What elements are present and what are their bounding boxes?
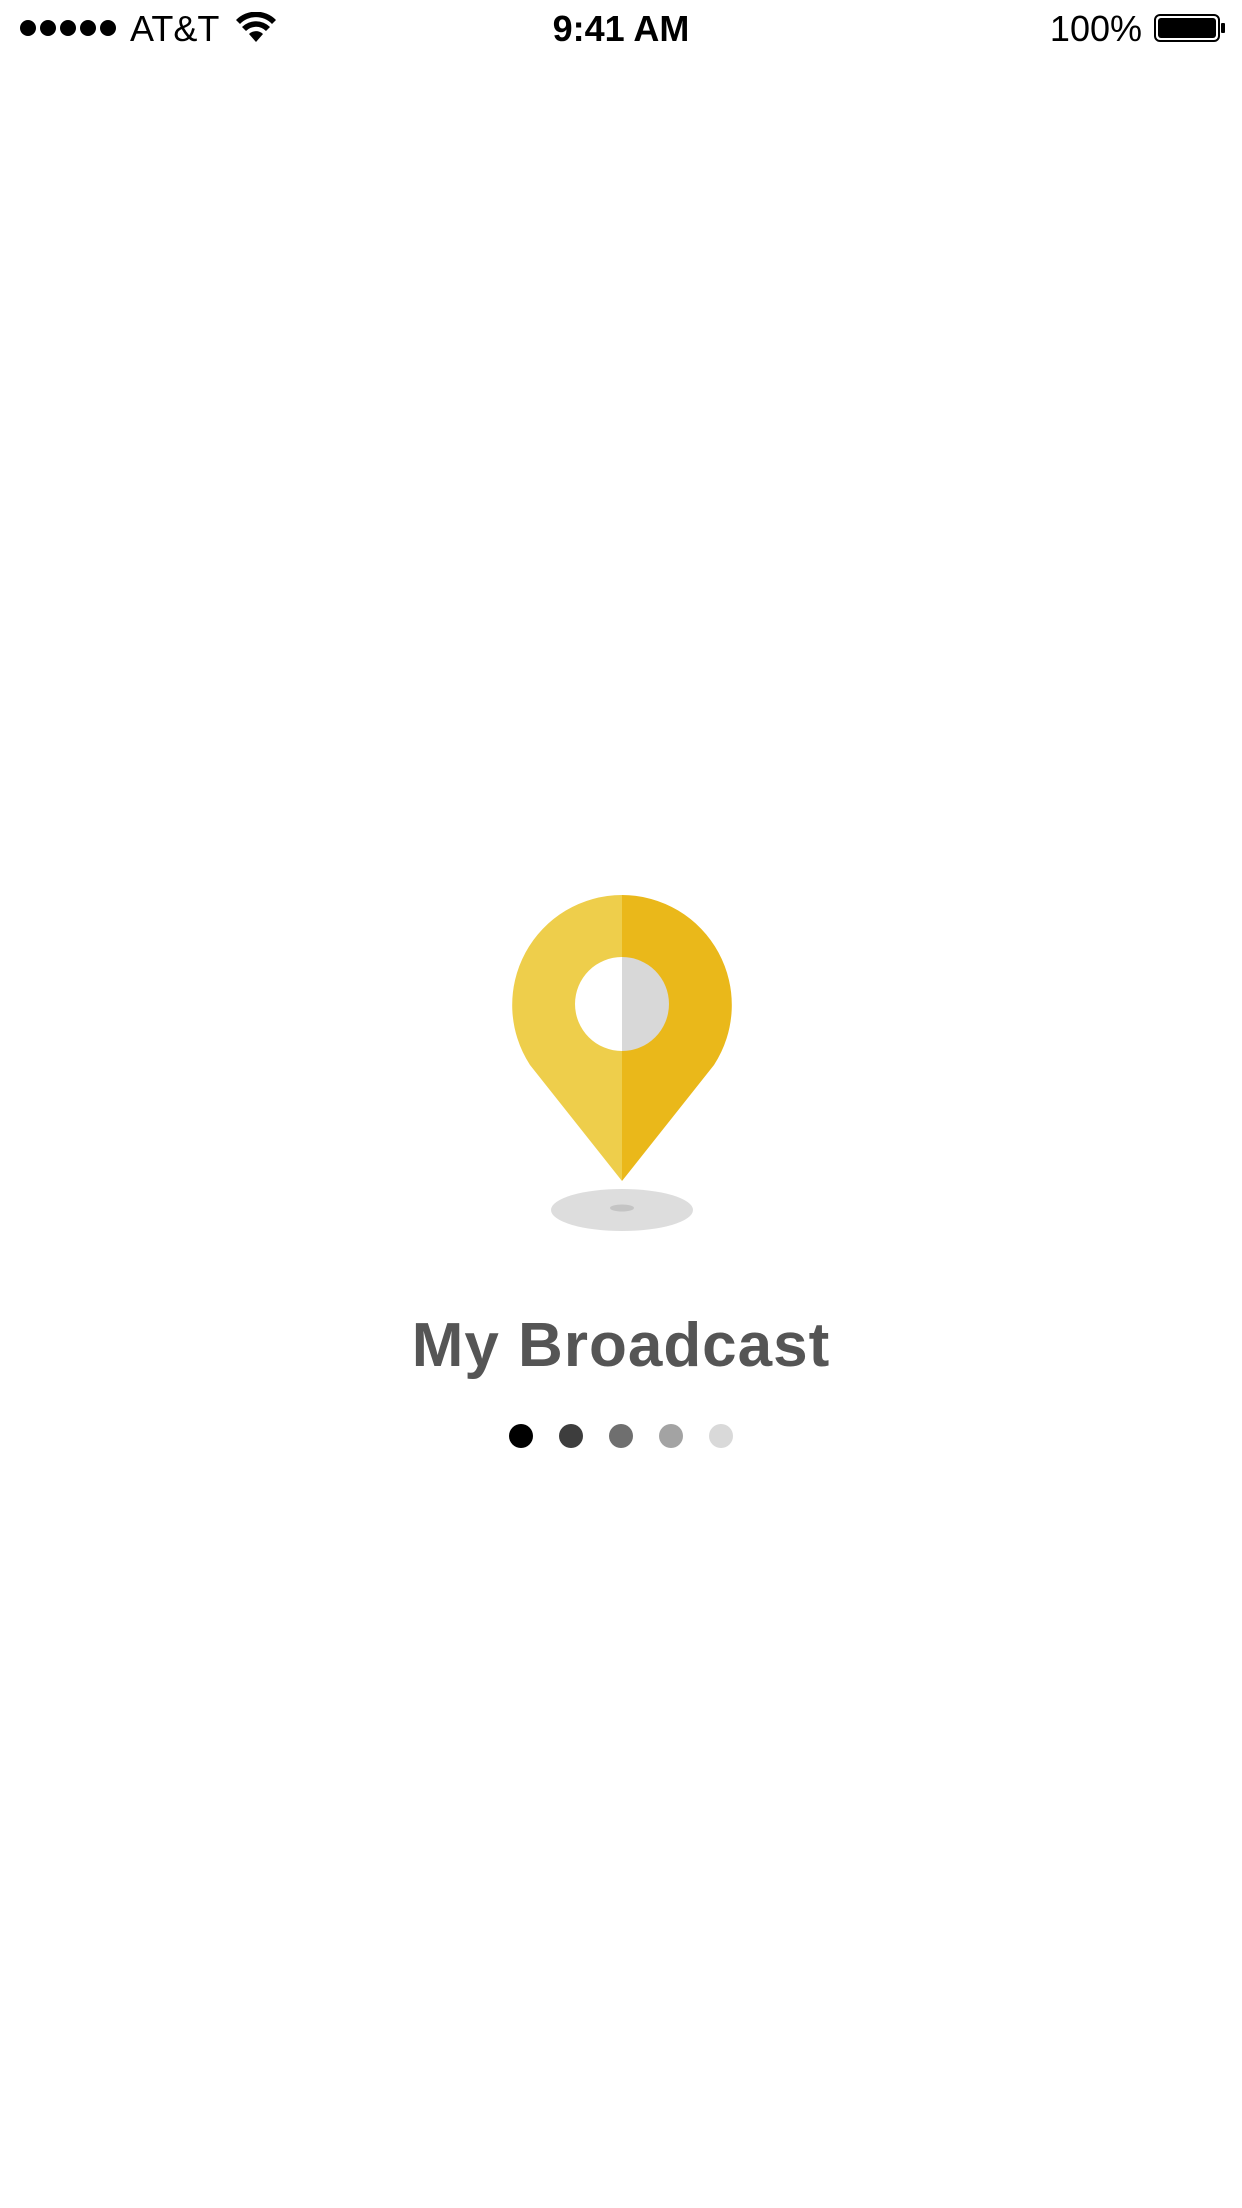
status-bar: AT&T 9:41 AM 100% — [0, 0, 1242, 60]
page-dot-4[interactable] — [659, 1424, 683, 1448]
battery-icon — [1154, 14, 1225, 42]
page-title: My Broadcast — [411, 1311, 831, 1380]
page-dot-2[interactable] — [559, 1424, 583, 1448]
battery-percent: 100% — [1049, 8, 1142, 49]
location-pin-icon — [512, 895, 732, 1231]
page-dot-1[interactable] — [509, 1424, 533, 1448]
page-indicator[interactable] — [0, 1424, 1242, 1448]
page-dot-5[interactable] — [709, 1424, 733, 1448]
page-dot-3[interactable] — [609, 1424, 633, 1448]
